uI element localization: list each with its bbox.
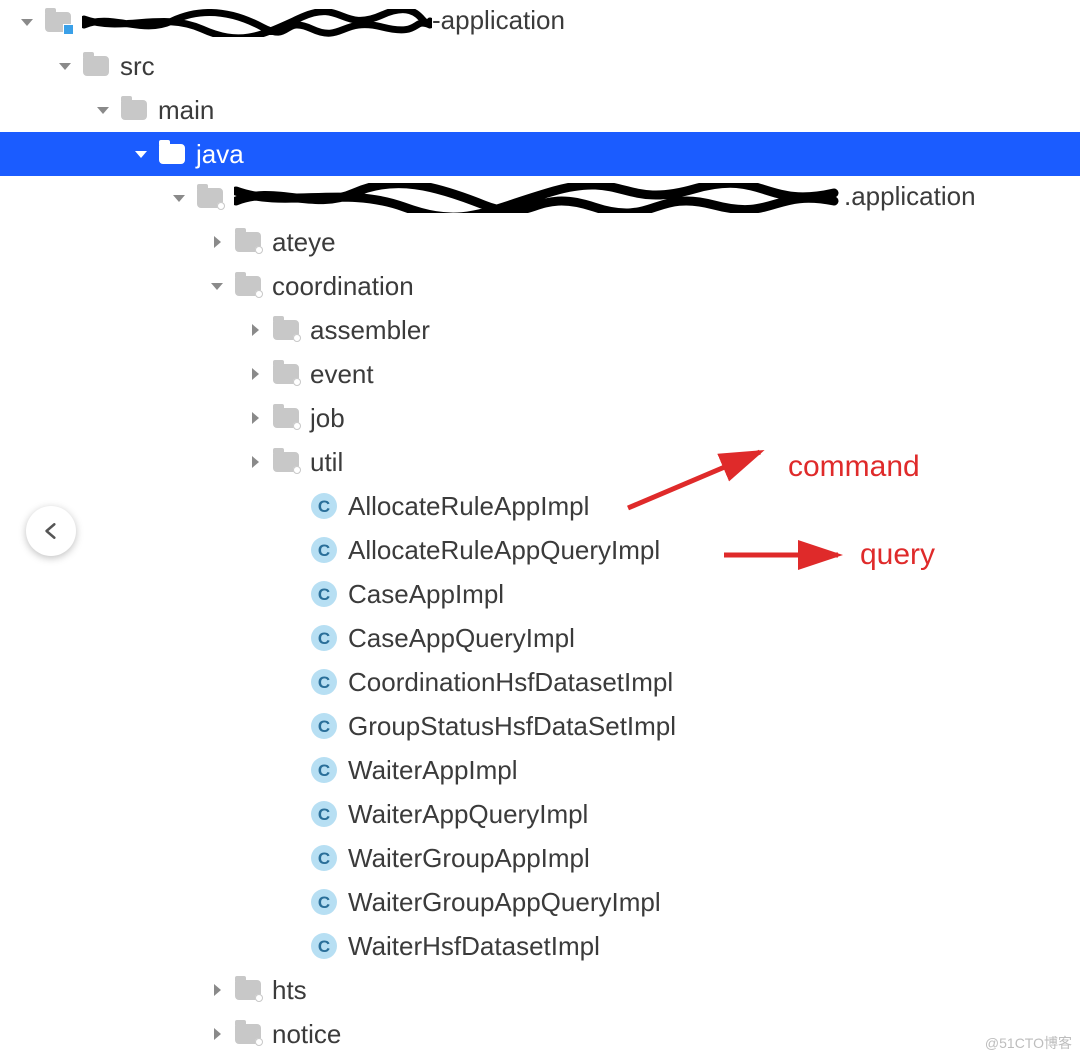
chevron-down-icon[interactable]: [18, 13, 36, 31]
tree-item-label: util: [310, 449, 343, 475]
tree-item-coordination[interactable]: coordination: [0, 264, 1080, 308]
tree-item-label: job: [310, 405, 345, 431]
package-icon: [234, 231, 262, 253]
chevron-down-icon[interactable]: [132, 145, 150, 163]
class-icon: C: [310, 759, 338, 781]
chevron-right-icon[interactable]: [246, 321, 264, 339]
project-tree: -application src main java .: [0, 0, 1080, 1056]
folder-icon: [82, 55, 110, 77]
package-icon: [272, 407, 300, 429]
tree-item-label: -application: [82, 7, 565, 36]
class-icon: C: [310, 935, 338, 957]
tree-item-class[interactable]: C WaiterGroupAppQueryImpl: [0, 880, 1080, 924]
chevron-down-icon[interactable]: [170, 189, 188, 207]
package-icon: [272, 451, 300, 473]
tree-item-class[interactable]: C WaiterGroupAppImpl: [0, 836, 1080, 880]
class-icon: C: [310, 627, 338, 649]
class-icon: C: [310, 495, 338, 517]
tree-item-label: assembler: [310, 317, 430, 343]
package-icon: [196, 187, 224, 209]
tree-item-label: .application: [234, 183, 976, 213]
tree-item-label: notice: [272, 1021, 341, 1047]
class-icon: C: [310, 671, 338, 693]
tree-item-assembler[interactable]: assembler: [0, 308, 1080, 352]
chevron-left-icon: [42, 522, 60, 540]
source-folder-icon: [158, 143, 186, 165]
tree-item-label: CoordinationHsfDatasetImpl: [348, 669, 673, 695]
tree-item-label: coordination: [272, 273, 414, 299]
tree-item-label: CaseAppImpl: [348, 581, 504, 607]
tree-item-class[interactable]: C GroupStatusHsfDataSetImpl: [0, 704, 1080, 748]
tree-item-main[interactable]: main: [0, 88, 1080, 132]
tree-item-class[interactable]: C AllocateRuleAppImpl: [0, 484, 1080, 528]
tree-item-class[interactable]: C WaiterAppImpl: [0, 748, 1080, 792]
tree-item-class[interactable]: C WaiterAppQueryImpl: [0, 792, 1080, 836]
tree-item-class[interactable]: C WaiterHsfDatasetImpl: [0, 924, 1080, 968]
back-button[interactable]: [26, 506, 76, 556]
tree-item-label: hts: [272, 977, 307, 1003]
chevron-right-icon[interactable]: [208, 1025, 226, 1043]
chevron-right-icon[interactable]: [208, 981, 226, 999]
tree-item-label: event: [310, 361, 374, 387]
package-icon: [234, 979, 262, 1001]
tree-item-label: CaseAppQueryImpl: [348, 625, 575, 651]
tree-item-label: main: [158, 97, 214, 123]
class-icon: C: [310, 803, 338, 825]
folder-icon: [120, 99, 148, 121]
tree-item-java[interactable]: java: [0, 132, 1080, 176]
chevron-right-icon[interactable]: [208, 233, 226, 251]
tree-item-label: WaiterAppImpl: [348, 757, 518, 783]
tree-item-root-module[interactable]: -application: [0, 0, 1080, 44]
class-icon: C: [310, 583, 338, 605]
class-icon: C: [310, 539, 338, 561]
tree-item-package-application[interactable]: .application: [0, 176, 1080, 220]
tree-item-class[interactable]: C CaseAppImpl: [0, 572, 1080, 616]
tree-item-label: AllocateRuleAppQueryImpl: [348, 537, 660, 563]
package-icon: [234, 275, 262, 297]
chevron-down-icon[interactable]: [56, 57, 74, 75]
tree-item-label: ateye: [272, 229, 336, 255]
tree-item-util[interactable]: util: [0, 440, 1080, 484]
tree-item-label: WaiterGroupAppImpl: [348, 845, 590, 871]
chevron-right-icon[interactable]: [246, 365, 264, 383]
tree-item-label: src: [120, 53, 155, 79]
tree-item-label: WaiterHsfDatasetImpl: [348, 933, 600, 959]
redaction-scribble: [234, 183, 844, 213]
tree-item-label: AllocateRuleAppImpl: [348, 493, 589, 519]
class-icon: C: [310, 847, 338, 869]
class-list: C AllocateRuleAppImpl C AllocateRuleAppQuer…: [0, 484, 1080, 968]
tree-item-class[interactable]: C CoordinationHsfDatasetImpl: [0, 660, 1080, 704]
tree-item-label: WaiterAppQueryImpl: [348, 801, 588, 827]
package-icon: [272, 363, 300, 385]
chevron-down-icon[interactable]: [94, 101, 112, 119]
redaction-scribble: [82, 9, 432, 37]
chevron-right-icon[interactable]: [246, 409, 264, 427]
watermark: @51CTO博客: [985, 1033, 1072, 1053]
tree-item-label: java: [196, 141, 244, 167]
tree-item-notice[interactable]: notice: [0, 1012, 1080, 1056]
class-icon: C: [310, 715, 338, 737]
chevron-down-icon[interactable]: [208, 277, 226, 295]
class-icon: C: [310, 891, 338, 913]
tree-item-job[interactable]: job: [0, 396, 1080, 440]
module-folder-icon: [44, 11, 72, 33]
package-icon: [272, 319, 300, 341]
tree-item-class[interactable]: C AllocateRuleAppQueryImpl: [0, 528, 1080, 572]
tree-item-hts[interactable]: hts: [0, 968, 1080, 1012]
tree-item-src[interactable]: src: [0, 44, 1080, 88]
tree-item-label: GroupStatusHsfDataSetImpl: [348, 713, 676, 739]
tree-item-label: WaiterGroupAppQueryImpl: [348, 889, 661, 915]
package-icon: [234, 1023, 262, 1045]
tree-item-event[interactable]: event: [0, 352, 1080, 396]
tree-item-ateye[interactable]: ateye: [0, 220, 1080, 264]
tree-item-class[interactable]: C CaseAppQueryImpl: [0, 616, 1080, 660]
chevron-right-icon[interactable]: [246, 453, 264, 471]
